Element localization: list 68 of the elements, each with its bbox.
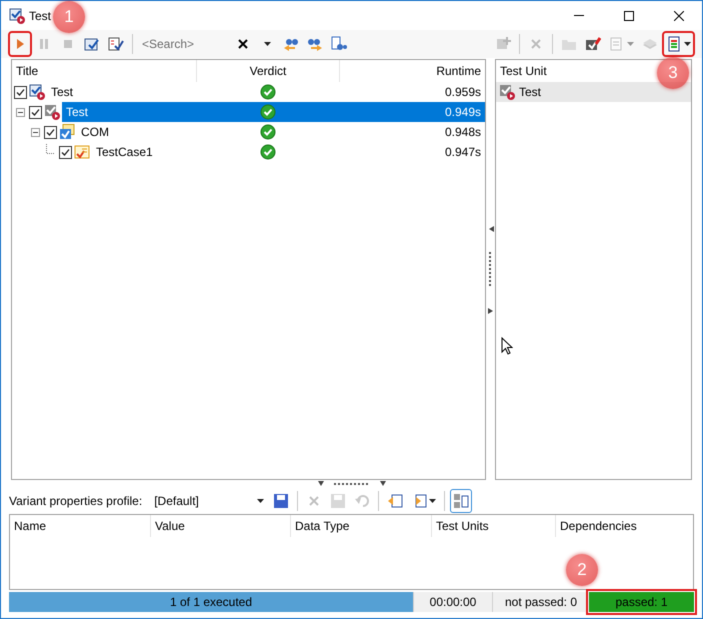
column-header[interactable]: Name: [10, 515, 150, 537]
test-case-icon: [74, 144, 90, 160]
properties-toggle-button[interactable]: [450, 489, 472, 513]
splitter-arrow-icon[interactable]: [318, 481, 324, 487]
tree-item-label[interactable]: COM: [77, 122, 196, 142]
report-button[interactable]: [663, 32, 694, 56]
progress-label: 1 of 1 executed: [170, 595, 252, 609]
test-unit-label: Test: [519, 85, 542, 99]
minimize-icon: [574, 15, 584, 16]
tree-line-icon: [46, 144, 55, 154]
caret-icon: [264, 42, 270, 46]
column-header[interactable]: Runtime: [339, 60, 485, 82]
test-unit-icon: [499, 84, 515, 100]
edit-icon: [585, 36, 601, 52]
callout-badge: 1: [53, 1, 85, 33]
runtime-cell-text: 0.948s: [444, 124, 482, 141]
runtime-cell-text: 0.947s: [444, 144, 482, 161]
column-header[interactable]: Verdict: [196, 60, 339, 82]
tree-item-label[interactable]: TestCase1: [92, 142, 196, 162]
column-header[interactable]: Value: [150, 515, 290, 537]
splitter-arrow-icon[interactable]: [488, 308, 494, 314]
passed-count: passed: 1: [589, 592, 694, 612]
caret-icon: [257, 499, 264, 503]
checkbox[interactable]: [14, 86, 27, 98]
runtime-cell-text: 0.959s: [444, 84, 482, 101]
callout-badge: 2: [566, 554, 598, 586]
column-header[interactable]: Dependencies: [555, 515, 693, 537]
caret-icon: [684, 42, 691, 46]
runtime-cell: 0.949s: [339, 102, 485, 122]
column-header[interactable]: Test Units: [431, 515, 555, 537]
test-configuration-icon: [9, 8, 25, 24]
save-icon: [330, 493, 346, 509]
test-group-icon: [59, 124, 75, 140]
add-icon: [495, 36, 511, 52]
splitter-arrow-icon[interactable]: [488, 226, 494, 232]
column-header[interactable]: Test Unit: [496, 60, 551, 82]
undo-icon: [354, 493, 370, 509]
maximize-icon: [624, 10, 634, 20]
report-icon: [666, 36, 682, 52]
splitter-grip-icon: [489, 252, 492, 288]
tree-item-label[interactable]: Test: [47, 82, 196, 102]
test-configuration-icon: [29, 84, 45, 100]
collapse-icon[interactable]: [16, 108, 25, 116]
splitter-grip-icon: [334, 482, 370, 486]
column-header[interactable]: Title: [12, 60, 196, 82]
caret-icon: [429, 499, 436, 503]
close-icon: [674, 10, 684, 20]
profile-label: Variant properties profile:: [9, 494, 144, 508]
document-check-icon: [84, 36, 100, 52]
cursor-icon: [501, 337, 513, 355]
window-title: Test: [29, 8, 52, 22]
checkbox[interactable]: [59, 146, 72, 158]
checkbox[interactable]: [29, 106, 42, 118]
checklist-icon: [108, 36, 124, 52]
test-unit-item[interactable]: Test: [496, 82, 691, 102]
splitter-arrow-icon[interactable]: [380, 481, 386, 487]
caret-icon: [627, 42, 634, 46]
elapsed-time: 00:00:00: [413, 592, 492, 612]
collapse-icon[interactable]: [31, 128, 40, 136]
save-icon: [273, 493, 290, 509]
import-icon: [387, 493, 404, 509]
test-unit-icon: [44, 104, 60, 120]
tree-item-label[interactable]: Test: [62, 102, 196, 122]
properties-icon: [453, 493, 470, 509]
checkbox[interactable]: [44, 126, 57, 138]
stack-icon: [642, 36, 658, 52]
column-header[interactable]: Data Type: [290, 515, 431, 537]
run-button[interactable]: [9, 32, 31, 56]
